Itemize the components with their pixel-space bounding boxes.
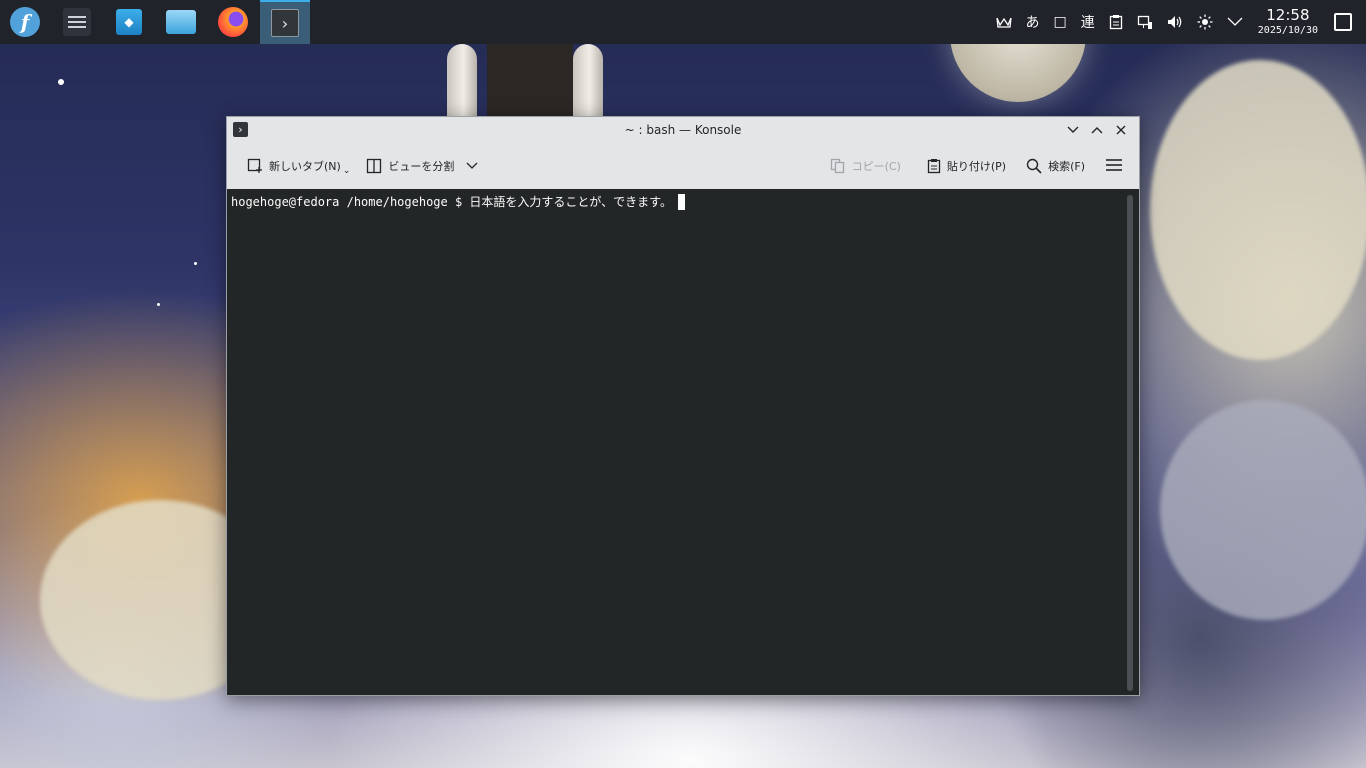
system-tray: あ □ 連 12:58 2025/10/30 — [989, 0, 1366, 44]
shell-prompt: hogehoge@fedora /home/hogehoge $ — [231, 195, 470, 209]
firefox-icon — [218, 7, 248, 37]
tray-expand-chevron-icon[interactable] — [1220, 17, 1250, 27]
konsole-window: › ~ : bash — Konsole 新しいタブ(N) ⌄ ビューを分割 コ… — [226, 116, 1140, 696]
split-view-label: ビューを分割 — [388, 160, 455, 173]
settings-sliders-icon — [63, 8, 91, 36]
input-mode-square[interactable]: □ — [1047, 14, 1074, 30]
rocket-booster — [573, 44, 603, 116]
system-settings-launcher[interactable] — [52, 0, 102, 44]
maximize-button[interactable] — [1085, 120, 1109, 140]
close-button[interactable] — [1109, 120, 1133, 140]
hamburger-menu-icon — [1105, 158, 1123, 175]
volume-icon[interactable] — [1160, 15, 1190, 29]
split-view-chevron-down-icon[interactable] — [466, 160, 478, 173]
network-wired-icon[interactable] — [1130, 14, 1160, 30]
taskbar: f ◆ › あ □ 連 12:58 2025/10/30 — [0, 0, 1366, 44]
clipboard-icon[interactable] — [1102, 14, 1130, 30]
digital-clock[interactable]: 12:58 2025/10/30 — [1250, 8, 1326, 36]
terminal-line: hogehoge@fedora /home/hogehoge $ 日本語を入力す… — [231, 193, 685, 210]
discover-store-launcher[interactable]: ◆ — [104, 0, 154, 44]
minimize-button[interactable] — [1061, 120, 1085, 140]
brightness-icon[interactable] — [1190, 14, 1220, 30]
terminal-cursor — [677, 194, 685, 210]
terminal-input-text: 日本語を入力することが、できます。 — [469, 195, 672, 209]
paste-label: 貼り付け(P) — [946, 160, 1007, 173]
terminal-view[interactable]: hogehoge@fedora /home/hogehoge $ 日本語を入力す… — [227, 189, 1139, 695]
split-view-button[interactable]: ビューを分割 — [358, 151, 486, 181]
paste-button[interactable]: 貼り付け(P) — [919, 151, 1014, 181]
cloud — [1150, 60, 1366, 360]
star — [58, 79, 64, 85]
clock-date: 2025/10/30 — [1257, 25, 1318, 36]
terminal-scrollbar[interactable] — [1127, 195, 1133, 691]
cloud — [1160, 400, 1366, 620]
split-view-icon — [366, 158, 382, 174]
fedora-menu-button[interactable]: f — [0, 0, 50, 44]
toolbar-right-group: コピー(C) 貼り付け(P) 検索(F) — [822, 151, 1131, 181]
clock-time: 12:58 — [1266, 6, 1310, 24]
new-tab-button[interactable]: 新しいタブ(N) ⌄ — [239, 151, 358, 181]
konsole-task[interactable]: › — [260, 0, 310, 44]
copy-label: コピー(C) — [851, 160, 901, 173]
paste-clipboard-icon — [927, 158, 941, 174]
new-tab-dropdown-icon[interactable]: ⌄ — [343, 166, 351, 176]
hamburger-menu-button[interactable] — [1097, 151, 1131, 181]
find-label: 検索(F) — [1048, 160, 1085, 173]
copy-button[interactable]: コピー(C) — [822, 151, 909, 181]
store-bag-icon: ◆ — [116, 9, 142, 35]
new-tab-icon — [247, 158, 263, 174]
window-titlebar[interactable]: › ~ : bash — Konsole — [227, 117, 1139, 143]
dolphin-files-launcher[interactable] — [156, 0, 206, 44]
firefox-launcher[interactable] — [208, 0, 258, 44]
star — [194, 262, 197, 265]
rocket-booster — [447, 44, 477, 116]
window-controls — [1061, 120, 1133, 140]
terminal-prompt-icon: › — [271, 9, 299, 37]
copy-icon — [830, 158, 846, 174]
show-desktop-button[interactable] — [1334, 13, 1352, 31]
input-mode-ren[interactable]: 連 — [1074, 12, 1102, 32]
window-title: ~ : bash — Konsole — [624, 123, 742, 137]
konsole-app-icon[interactable]: › — [233, 122, 248, 137]
new-tab-label: 新しいタブ(N) — [269, 160, 341, 173]
crown-icon[interactable] — [989, 15, 1019, 29]
konsole-toolbar: 新しいタブ(N) ⌄ ビューを分割 コピー(C) 貼り付け(P) 検索(F) — [227, 143, 1139, 190]
fedora-logo-icon: f — [10, 7, 40, 37]
input-mode-hiragana[interactable]: あ — [1019, 12, 1047, 32]
star — [157, 303, 160, 306]
search-icon — [1026, 158, 1042, 174]
rocket-body — [487, 44, 573, 116]
find-button[interactable]: 検索(F) — [1018, 151, 1093, 181]
folder-icon — [166, 10, 196, 34]
